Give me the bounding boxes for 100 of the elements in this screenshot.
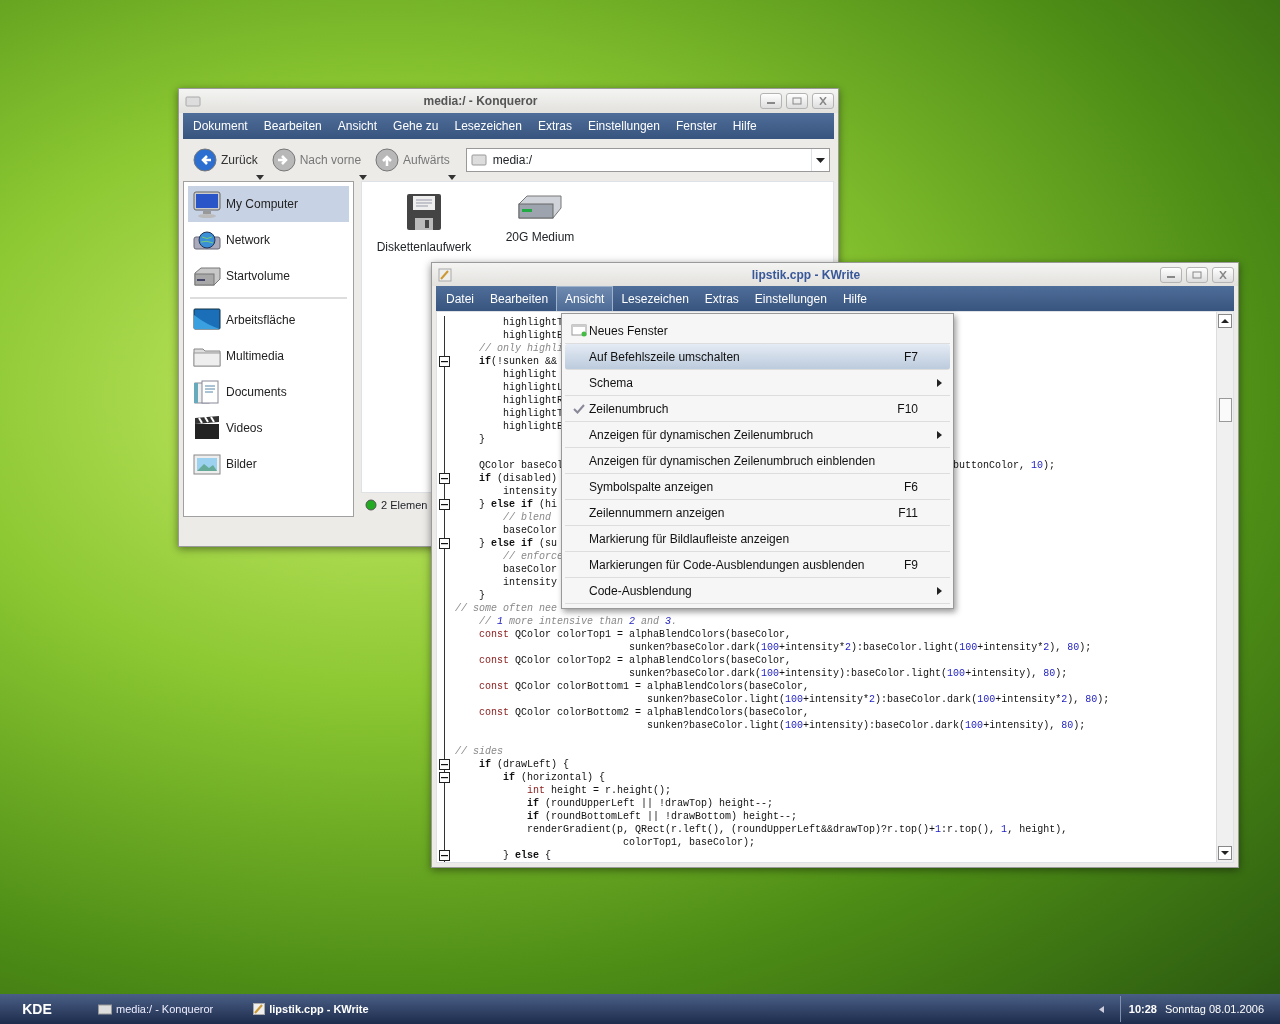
minimize-button[interactable]	[760, 93, 782, 109]
menu-item[interactable]: Dokument	[185, 114, 256, 138]
code-line: sunken?baseColor.dark(100+intensity*2):baseColor.light(100+intensity*2), 80);	[628, 641, 1092, 654]
code-line: int height = r.height();	[526, 784, 672, 797]
dropdown-caret-icon	[359, 175, 368, 180]
scrollbar[interactable]	[1216, 312, 1233, 862]
fold-toggle[interactable]	[439, 356, 450, 367]
code-line: } else if (su	[478, 537, 558, 550]
menu-item[interactable]: Auf Befehlszeile umschalten F7	[565, 344, 950, 370]
code-line: // enforce	[502, 550, 564, 563]
menu-item[interactable]: Extras	[529, 114, 580, 138]
fold-toggle[interactable]	[439, 499, 450, 510]
clock-time: 10:28	[1128, 1001, 1157, 1017]
code-line: const QColor colorBottom1 = alphaBlendColors(baseColor,	[478, 680, 810, 693]
menu-item[interactable]: Einstellungen	[746, 286, 835, 311]
menu-item[interactable]: Code-Ausblendung	[565, 578, 950, 604]
menu-item[interactable]: Fenster	[667, 114, 725, 138]
close-button[interactable]	[1212, 266, 1234, 283]
code-line: buttonColor, 10);	[953, 459, 1056, 472]
submenu-arrow-icon	[937, 586, 942, 595]
fold-toggle[interactable]	[439, 759, 450, 770]
start-button[interactable]: KDE	[0, 994, 74, 1024]
code-line: intensity	[502, 485, 558, 498]
menu-item[interactable]: Extras	[696, 286, 747, 311]
menu-item[interactable]: Lesezeichen	[446, 114, 530, 138]
sidebar-item[interactable]: Documents	[188, 374, 349, 410]
window-icon	[571, 324, 587, 337]
submenu-arrow-icon	[937, 378, 942, 387]
menu-item[interactable]: Anzeigen für dynamischen Zeilenumbruch	[565, 422, 950, 448]
code-line: baseColor	[502, 563, 558, 576]
close-button[interactable]	[812, 93, 834, 109]
code-line: if(!sunken &&	[478, 355, 558, 368]
menu-item[interactable]: Datei	[438, 286, 482, 311]
code-line: // some often nee	[455, 602, 558, 615]
code-line: highlightB	[502, 420, 564, 433]
menu-item[interactable]: Schema	[565, 370, 950, 396]
code-line: } else {	[502, 849, 552, 862]
code-line: const QColor colorBottom2 = alphaBlendColors(baseColor,	[478, 706, 810, 719]
menu-item[interactable]: Ansicht	[329, 114, 386, 138]
folder-icon	[470, 154, 487, 166]
code-line: intensity	[502, 576, 558, 589]
window-title: media:/ - Konqueror	[422, 93, 539, 110]
code-line: highlightT	[502, 316, 564, 329]
menu-item[interactable]: Gehe zu	[385, 114, 447, 138]
sidebar-item[interactable]: Startvolume	[188, 258, 349, 294]
floppy-icon	[406, 192, 442, 232]
menu-item[interactable]: Einstellungen	[579, 114, 668, 138]
sidebar-item[interactable]: Arbeitsfläche	[188, 302, 349, 338]
file-item[interactable]: Diskettenlaufwerk	[374, 192, 474, 256]
sidebar-item[interactable]: Multimedia	[188, 338, 349, 374]
scrollbar-thumb[interactable]	[1218, 398, 1232, 422]
code-line: }	[478, 589, 485, 602]
code-line: highlightT	[502, 407, 564, 420]
menu-item[interactable]: Symbolspalte anzeigen F6	[565, 474, 950, 500]
menu-item[interactable]: Hilfe	[724, 114, 765, 138]
sidebar-item[interactable]: Network	[188, 222, 349, 258]
menu-item[interactable]: Hilfe	[834, 286, 875, 311]
minimize-button[interactable]	[1160, 266, 1182, 283]
code-line: renderGradient(p, QRect(r.left(), (roundUpperLeft&&drawTop)?r.top()+1:r.top(), 1, height),	[526, 823, 1068, 836]
code-line: // sides	[455, 745, 503, 758]
checkmark-icon	[573, 403, 585, 414]
menu-item[interactable]: Zeilenumbruch F10	[565, 396, 950, 422]
code-line: if (drawLeft) {	[478, 758, 570, 771]
documents-icon	[192, 377, 222, 407]
taskbar-button[interactable]: lipstik.cpp - KWrite	[245, 998, 377, 1020]
code-line: } else if (hi	[478, 498, 558, 511]
menu-item[interactable]: Bearbeiten	[255, 114, 330, 138]
code-line: highlightL	[502, 381, 564, 394]
code-line: // only highli	[478, 342, 564, 355]
code-line: if (roundBottomLeft || !drawBottom) height--;	[526, 810, 798, 823]
code-line: baseColor	[502, 524, 558, 537]
maximize-icon	[792, 97, 802, 105]
code-line: highlightB	[502, 329, 564, 342]
sidebar-item[interactable]: Videos	[188, 410, 349, 446]
menu-item[interactable]: Markierungen für Code-Ausblendungen ausblenden F9	[565, 552, 950, 578]
pencil-icon	[438, 267, 452, 282]
code-line: if (horizontal) {	[502, 771, 606, 784]
menu-item[interactable]: Markierung für Bildlaufleiste anzeigen	[565, 526, 950, 552]
menu-item[interactable]: Lesezeichen	[613, 286, 697, 311]
sidebar-item[interactable]: My Computer	[188, 186, 349, 222]
menu-item[interactable]: Zeilennummern anzeigen F11	[565, 500, 950, 526]
window-title: lipstik.cpp - KWrite	[750, 266, 862, 284]
code-line: highlight	[502, 368, 558, 381]
code-line: highlightR	[502, 394, 564, 407]
menu-item[interactable]: Ansicht	[556, 286, 614, 311]
code-line: QColor baseCol	[478, 459, 564, 472]
toolbar-button[interactable]: Zurück	[187, 146, 264, 174]
location-field[interactable]: media:/	[465, 148, 830, 172]
tray-arrow-icon[interactable]	[1098, 1005, 1104, 1013]
menu-item[interactable]: Bearbeiten	[482, 286, 557, 311]
submenu-arrow-icon	[937, 430, 942, 439]
fold-toggle[interactable]	[439, 850, 450, 861]
file-item[interactable]: 20G Medium	[490, 192, 590, 246]
sidebar-item[interactable]: Bilder	[188, 446, 349, 482]
menu-item[interactable]: Anzeigen für dynamischen Zeilenumbruch einblenden	[565, 448, 950, 474]
fold-toggle[interactable]	[439, 473, 450, 484]
fold-toggle[interactable]	[439, 772, 450, 783]
taskbar-button[interactable]: media:/ - Konqueror	[90, 998, 222, 1020]
folder-icon	[98, 1003, 112, 1015]
fold-toggle[interactable]	[439, 538, 450, 549]
